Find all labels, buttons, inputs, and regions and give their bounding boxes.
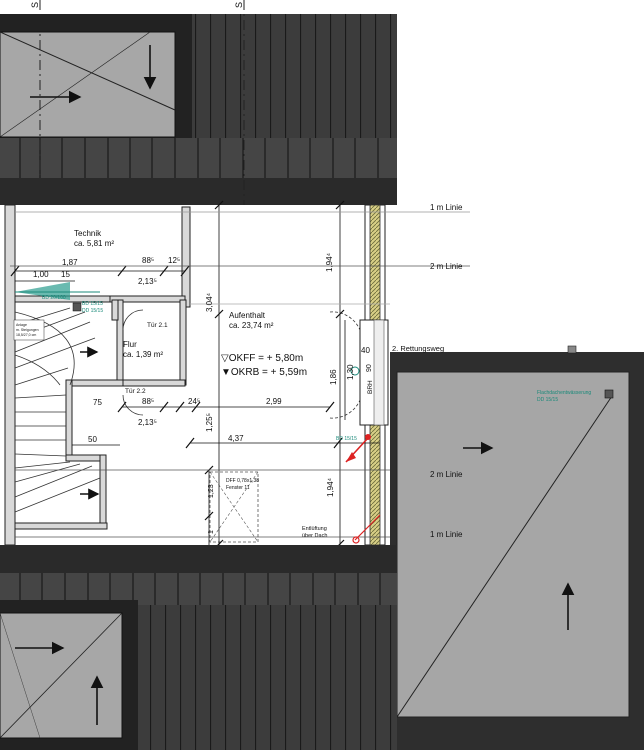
room-technik-area: ca. 5,81 m² [74, 239, 114, 248]
dim-90: 90 [366, 364, 373, 372]
label-dd-2: DD 15/15 [82, 308, 103, 314]
dim-75: 75 [93, 398, 102, 407]
label-1m-bottom: 1 m Linie [430, 530, 463, 539]
room-aufenthalt-area: ca. 23,74 m² [229, 321, 274, 330]
dim-1-25-5: 1,25⁵ [205, 413, 214, 432]
section-mark-left: S [30, 2, 40, 8]
label-fenster-1: DFF 0,78x1,38 [226, 478, 259, 484]
dim-3-04-4: 3,04⁴ [205, 292, 214, 312]
label-tuer-21: Tür 2.1 [147, 322, 168, 329]
room-technik-name: Technik [74, 229, 102, 238]
dim-1: 1 [208, 530, 215, 534]
label-fenster-2: Fenster 11 [226, 485, 250, 491]
section-mark-right: S [234, 2, 244, 8]
label-bd-3: BD 15/15 [336, 436, 357, 442]
level-okff: ▽OKFF = + 5,80m [221, 353, 303, 364]
label-2m-top: 2 m Linie [430, 262, 463, 271]
room-flur-name: Flur [123, 340, 137, 349]
label-entlueftung-2: über Dach [302, 533, 327, 539]
skylight-top-left [0, 14, 192, 138]
label-rettungsweg: 2. Rettungsweg [392, 344, 444, 353]
floor-plan: S S Technik ca. 5,81 m² Flur ca. 1,39 m²… [0, 0, 644, 750]
dim-88-5-a: 88⁵ [142, 256, 154, 265]
room-flur-area: ca. 1,39 m² [123, 350, 163, 359]
dim-88-5-b: 88⁵ [142, 397, 154, 406]
label-bd-2: BD 15/15 [82, 301, 103, 307]
small-note-3: 18,5/27,0 cm [16, 333, 36, 337]
dim-1-87: 1,87 [62, 258, 78, 267]
room-aufenthalt-name: Aufenthalt [229, 311, 266, 320]
dim-2-13-5-b: 2,13⁵ [138, 418, 157, 427]
dim-24-5: 24⁵ [188, 397, 200, 406]
label-tuer-22: Tür 2.2 [125, 388, 146, 395]
small-note-1: Anlage [16, 323, 27, 327]
level-okrb: ▼OKRB = + 5,59m [221, 367, 307, 378]
dim-1-23: 1,23 [208, 484, 215, 498]
label-brh: BRH [367, 380, 374, 394]
dim-4-37: 4,37 [228, 434, 244, 443]
label-entlueftung-1: Entlüftung [302, 526, 327, 532]
dim-1-94-4-a: 1,94⁴ [325, 252, 334, 272]
dim-50: 50 [88, 435, 97, 444]
dim-1-94-4-b: 1,94⁴ [326, 477, 335, 497]
dim-2-99: 2,99 [266, 397, 282, 406]
dim-40: 40 [361, 346, 370, 355]
dim-15: 15 [61, 270, 70, 279]
dim-1-00: 1,00 [33, 270, 49, 279]
dim-2-13-5-a: 2,13⁵ [138, 277, 157, 286]
dim-1-30: 1,30 [346, 364, 355, 380]
small-note-2: m. Steigungen [16, 328, 39, 332]
flat-roof-right [390, 345, 644, 750]
label-bd-1: BD 20/100 [42, 295, 66, 301]
label-flachdach: Flachdachentwässerung [537, 390, 591, 396]
label-2m-right: 2 m Linie [430, 470, 463, 479]
label-1m-top: 1 m Linie [430, 203, 463, 212]
skylight-bottom-left [0, 600, 138, 750]
dim-12-5-a: 12⁵ [168, 256, 180, 265]
label-flachdach-dd: DD 15/15 [537, 397, 558, 403]
dim-1-86: 1,86 [329, 369, 338, 385]
